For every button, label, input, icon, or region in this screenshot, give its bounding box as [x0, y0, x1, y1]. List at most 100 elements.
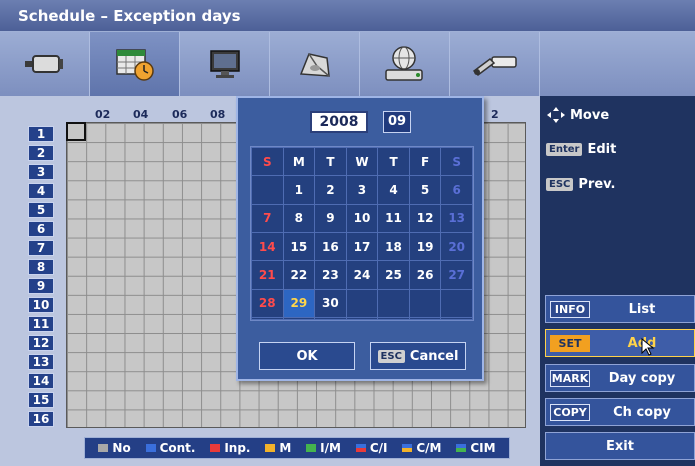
channel-row-label[interactable]: 16 — [28, 411, 54, 427]
right-panel: Move Enter Edit ESC Prev. INFO List SET … — [540, 96, 695, 466]
channel-row-label[interactable]: 1 — [28, 126, 54, 142]
tab-display[interactable] — [180, 32, 270, 96]
add-button[interactable]: SET Add — [545, 329, 695, 357]
calendar-day[interactable]: 18 — [377, 232, 410, 262]
calendar-day[interactable] — [377, 288, 410, 319]
year-field[interactable]: 2008 — [310, 111, 368, 133]
channel-row-label[interactable]: 8 — [28, 259, 54, 275]
calendar-day[interactable]: 13 — [440, 203, 473, 234]
weekday-label: S — [440, 146, 473, 177]
esc-key-badge: ESC — [546, 178, 574, 191]
calendar-day[interactable]: 17 — [345, 232, 379, 262]
calendar-day[interactable] — [282, 317, 316, 320]
calendar-day[interactable] — [314, 317, 347, 320]
calendar-day[interactable]: 16 — [314, 232, 347, 262]
calendar-day[interactable]: 23 — [314, 260, 347, 290]
tab-camera[interactable] — [0, 32, 90, 96]
edit-hint-label: Edit — [587, 142, 617, 157]
list-button[interactable]: INFO List — [545, 295, 695, 323]
channel-row-label[interactable]: 6 — [28, 221, 54, 237]
tools-icon — [472, 56, 517, 76]
calendar-day[interactable] — [408, 288, 442, 319]
tab-storage[interactable] — [270, 32, 360, 96]
channel-row-label[interactable]: 9 — [28, 278, 54, 294]
tab-network[interactable] — [360, 32, 450, 96]
legend: No Cont. Inp. M I/M C/I C/M CIM — [84, 437, 510, 459]
legend-swatch — [145, 444, 156, 452]
day-copy-button[interactable]: MARK Day copy — [545, 364, 695, 392]
hour-label: 02 — [95, 108, 111, 121]
exit-button[interactable]: Exit — [545, 432, 695, 460]
calendar-day[interactable]: 22 — [282, 260, 316, 290]
calendar-day[interactable]: 24 — [345, 260, 379, 290]
channel-row-label[interactable]: 15 — [28, 392, 54, 408]
ok-button[interactable]: OK — [259, 342, 355, 370]
calendar-day[interactable] — [251, 317, 284, 320]
calendar-day[interactable] — [345, 288, 379, 319]
channel-row-label[interactable]: 2 — [28, 145, 54, 161]
channel-row-label[interactable]: 3 — [28, 164, 54, 180]
calendar-day[interactable]: 27 — [440, 260, 473, 290]
channel-row-label[interactable]: 5 — [28, 202, 54, 218]
hour-label: 04 — [133, 108, 149, 121]
calendar-day[interactable]: 12 — [408, 203, 442, 234]
calendar-dialog: 2008 09 S M T W T F S 1 2 3 4 5 6 7 8 9 … — [236, 96, 484, 381]
category-tabs — [0, 32, 695, 96]
calendar-day[interactable]: 5 — [408, 175, 442, 205]
channel-row-label[interactable]: 14 — [28, 373, 54, 389]
channel-row-label[interactable]: 13 — [28, 354, 54, 370]
tab-tools[interactable] — [450, 32, 540, 96]
calendar-day[interactable] — [408, 317, 442, 320]
weekday-label: F — [408, 146, 442, 177]
calendar-clock-icon — [115, 49, 154, 81]
weekday-label: T — [377, 146, 410, 177]
calendar-day[interactable]: 15 — [282, 232, 316, 262]
calendar-day[interactable]: 6 — [440, 175, 473, 205]
calendar-day[interactable] — [377, 317, 410, 320]
calendar-day[interactable]: 7 — [251, 203, 284, 234]
channel-row-label[interactable]: 12 — [28, 335, 54, 351]
legend-label: I/M — [320, 441, 341, 455]
legend-swatch — [402, 444, 413, 452]
calendar-day[interactable]: 11 — [377, 203, 410, 234]
weekday-header-row: S M T W T F S — [251, 146, 473, 177]
calendar-day[interactable]: 2 — [314, 175, 347, 205]
calendar-day[interactable]: 14 — [251, 232, 284, 262]
calendar-day[interactable]: 4 — [377, 175, 410, 205]
calendar-day[interactable]: 21 — [251, 260, 284, 290]
calendar-day[interactable] — [345, 317, 379, 320]
legend-label: C/I — [369, 441, 388, 455]
calendar-week-row: 21 22 23 24 25 26 27 — [251, 260, 473, 290]
calendar-day[interactable]: 3 — [345, 175, 379, 205]
channel-row-label[interactable]: 7 — [28, 240, 54, 256]
calendar-day[interactable] — [440, 317, 473, 320]
camera-icon — [24, 55, 63, 73]
storage-icon — [299, 53, 330, 77]
calendar-week-row: 14 15 16 17 18 19 20 — [251, 232, 473, 262]
channel-row-label[interactable]: 10 — [28, 297, 54, 313]
cancel-button-label: Cancel — [409, 348, 459, 364]
calendar-day[interactable]: 30 — [314, 288, 347, 319]
calendar-day[interactable]: 1 — [282, 175, 316, 205]
calendar-day[interactable]: 25 — [377, 260, 410, 290]
legend-item: No — [98, 441, 131, 455]
tab-schedule[interactable] — [90, 32, 180, 96]
legend-swatch — [265, 444, 276, 452]
calendar-day[interactable]: 20 — [440, 232, 473, 262]
calendar-day[interactable]: 28 — [251, 288, 284, 319]
calendar-day[interactable]: 26 — [408, 260, 442, 290]
calendar-day[interactable]: 19 — [408, 232, 442, 262]
channel-row-label[interactable]: 4 — [28, 183, 54, 199]
calendar-day[interactable] — [251, 175, 284, 205]
calendar-day[interactable]: 10 — [345, 203, 379, 234]
calendar-day[interactable]: 9 — [314, 203, 347, 234]
legend-label: Cont. — [159, 441, 196, 455]
enter-key-badge: Enter — [546, 143, 583, 156]
calendar-day[interactable] — [440, 288, 473, 319]
calendar-day[interactable]: 8 — [282, 203, 316, 234]
channel-row-label[interactable]: 11 — [28, 316, 54, 332]
calendar-day-selected[interactable]: 29 — [282, 288, 316, 319]
month-field[interactable]: 09 — [383, 111, 411, 133]
ch-copy-button[interactable]: COPY Ch copy — [545, 398, 695, 426]
cancel-button[interactable]: ESC Cancel — [370, 342, 466, 370]
